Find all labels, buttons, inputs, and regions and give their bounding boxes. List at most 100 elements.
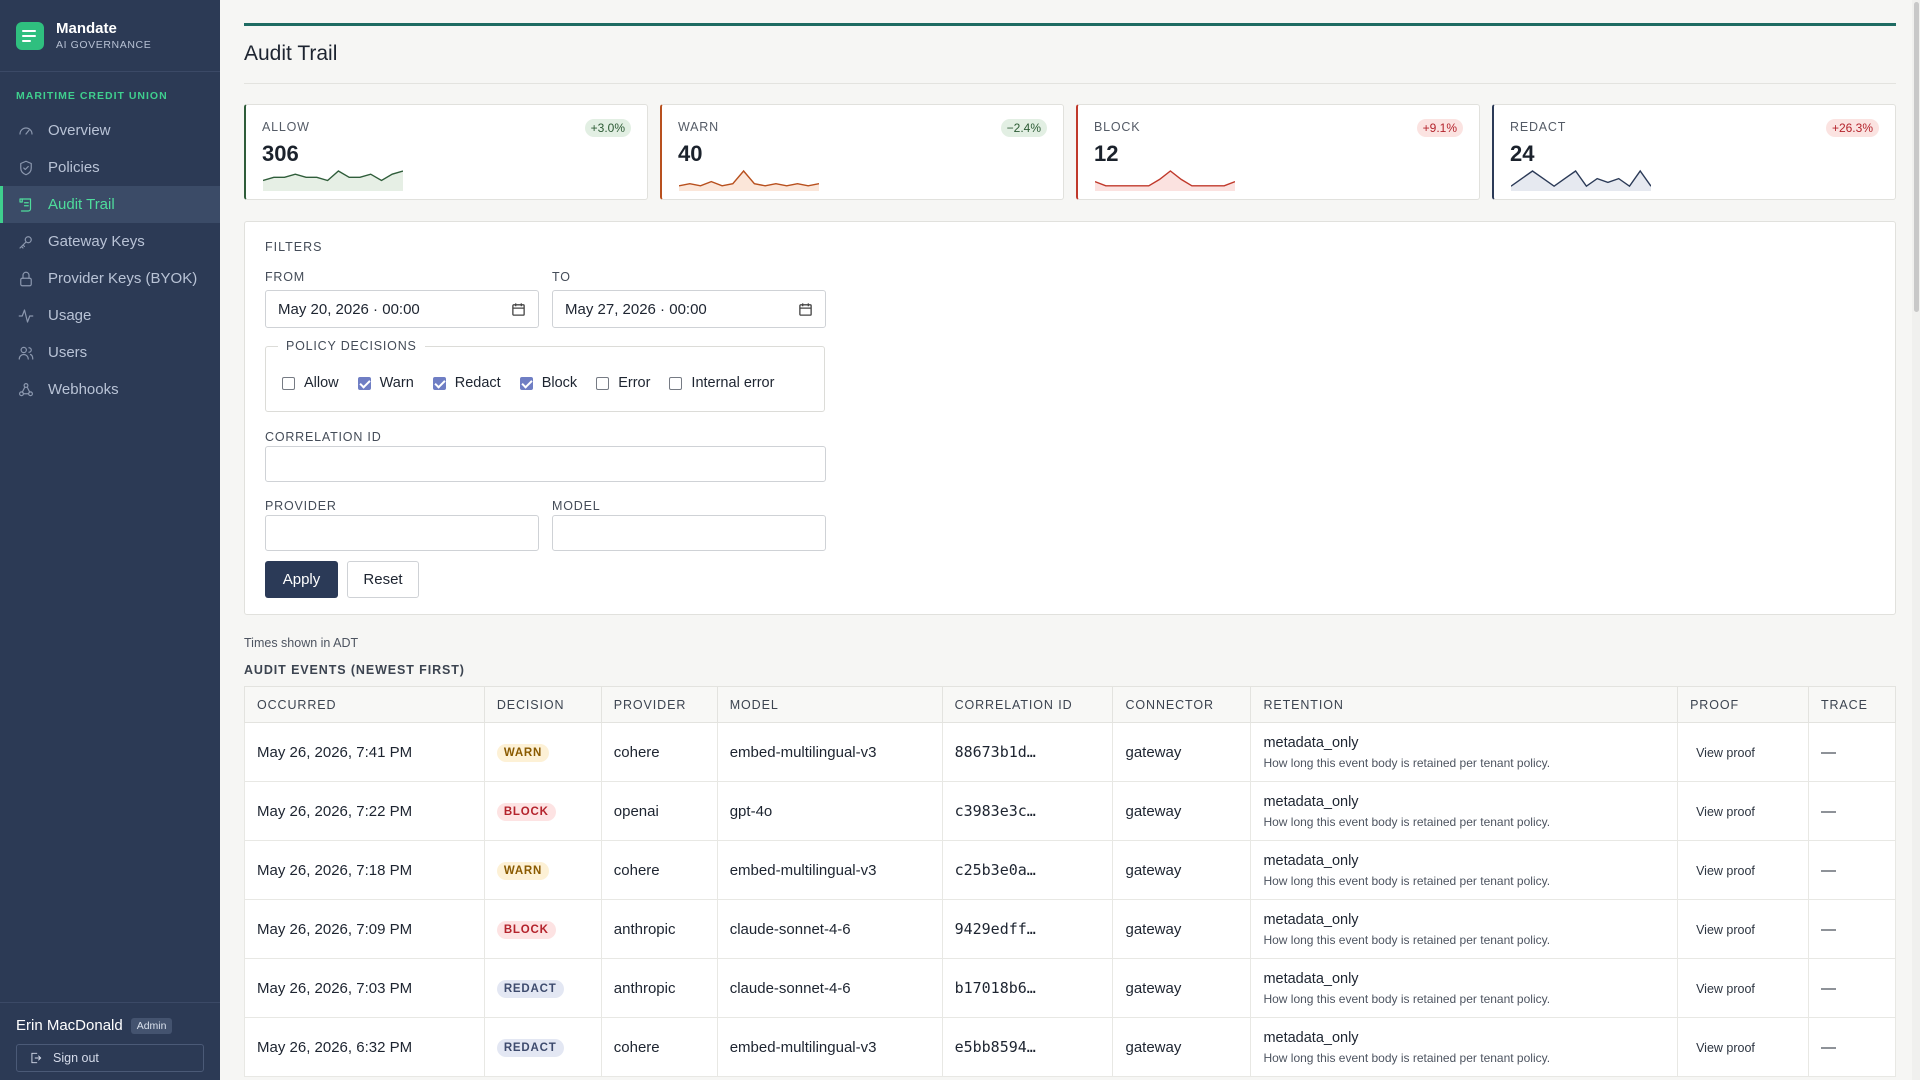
sign-out-label: Sign out xyxy=(53,1051,99,1065)
checkbox-redact[interactable]: Redact xyxy=(432,375,501,391)
cell-retention: metadata_only How long this event body is… xyxy=(1250,722,1679,782)
table-row[interactable]: May 26, 2026, 7:41 PM WARN cohere embed-mul… xyxy=(244,722,1897,782)
decision-badge: REDACT xyxy=(496,1038,564,1057)
sidebar-item-webhooks[interactable]: Webhooks xyxy=(0,371,220,408)
checkbox-box[interactable] xyxy=(357,376,371,390)
key-icon xyxy=(17,233,35,251)
checkbox-allow[interactable]: Allow xyxy=(282,375,339,391)
decision-badge: WARN xyxy=(496,743,550,762)
apply-button[interactable]: Apply xyxy=(265,561,338,598)
cell-decision: WARN xyxy=(483,722,602,782)
checkbox-box[interactable] xyxy=(596,376,610,390)
view-proof-link[interactable]: View proof xyxy=(1690,982,1755,996)
column-header-retention[interactable]: RETENTION xyxy=(1250,686,1679,723)
sidebar-item-users[interactable]: Users xyxy=(0,334,220,371)
sidebar-item-usage[interactable]: Usage xyxy=(0,297,220,334)
checkbox-label: Error xyxy=(618,375,651,391)
sidebar-item-gateway-keys[interactable]: Gateway Keys xyxy=(0,223,220,260)
filters-title: FILTERS xyxy=(265,240,323,254)
checkbox-box[interactable] xyxy=(669,376,683,390)
cell-decision: REDACT xyxy=(483,958,602,1018)
scrollbar-thumb[interactable] xyxy=(1914,2,1919,312)
checkbox-box[interactable] xyxy=(519,376,533,390)
provider-input[interactable] xyxy=(265,515,539,551)
column-header-connector[interactable]: CONNECTOR xyxy=(1112,686,1252,723)
to-date-input[interactable]: May 27, 2026 · 00:00 xyxy=(552,290,826,328)
model-label: MODEL xyxy=(552,499,601,513)
correlation-id-input[interactable] xyxy=(265,446,826,482)
table-row[interactable]: May 26, 2026, 7:03 PM REDACT anthropic clau… xyxy=(244,958,1897,1018)
cell-trace: — xyxy=(1807,958,1897,1018)
cell-proof: View proof xyxy=(1677,899,1809,959)
calendar-icon[interactable] xyxy=(511,302,526,317)
table-row[interactable]: May 26, 2026, 7:22 PM BLOCK openai gpt-4o c3… xyxy=(244,781,1897,841)
model-input[interactable] xyxy=(552,515,826,551)
sidebar-item-provider-keys[interactable]: Provider Keys (BYOK) xyxy=(0,260,220,297)
cell-connector: gateway xyxy=(1112,1017,1252,1077)
checkbox-box[interactable] xyxy=(432,376,446,390)
retention-value: metadata_only xyxy=(1263,852,1359,869)
table-row[interactable]: May 26, 2026, 6:32 PM REDACT cohere embed-m… xyxy=(244,1017,1897,1077)
cell-trace: — xyxy=(1807,899,1897,959)
filters-panel: FILTERS FROM May 20, 2026 · 00:00 TO May… xyxy=(244,221,1896,615)
sidebar-item-overview[interactable]: Overview xyxy=(0,112,220,149)
checkbox-internal-error[interactable]: Internal error xyxy=(669,375,774,391)
table-row[interactable]: May 26, 2026, 7:09 PM BLOCK anthropic claud… xyxy=(244,899,1897,959)
view-proof-link[interactable]: View proof xyxy=(1690,1041,1755,1055)
checkbox-warn[interactable]: Warn xyxy=(357,375,414,391)
checkbox-label: Allow xyxy=(304,375,339,391)
policy-decisions-group: POLICY DECISIONS Allow Warn Redact Block… xyxy=(265,339,825,412)
stat-label: ALLOW xyxy=(262,120,310,134)
cell-provider: cohere xyxy=(600,722,718,782)
column-header-decision[interactable]: DECISION xyxy=(483,686,602,723)
sign-out-button[interactable]: Sign out xyxy=(16,1044,204,1072)
view-proof-link[interactable]: View proof xyxy=(1690,923,1755,937)
cell-decision: REDACT xyxy=(483,1017,602,1077)
retention-note: How long this event body is retained per… xyxy=(1263,755,1551,770)
checkbox-box[interactable] xyxy=(282,376,295,390)
table-header-row: OCCURRED DECISION PROVIDER MODEL CORRELA… xyxy=(244,686,1897,723)
sparkline xyxy=(263,170,403,191)
cell-proof: View proof xyxy=(1677,722,1809,782)
to-label: TO xyxy=(552,270,571,284)
stat-card-allow: ALLOW 306 +3.0% xyxy=(244,104,648,200)
provider-label: PROVIDER xyxy=(265,499,337,513)
table-row[interactable]: May 26, 2026, 7:18 PM WARN cohere embed-mul… xyxy=(244,840,1897,900)
column-header-occurred[interactable]: OCCURRED xyxy=(244,686,485,723)
cell-model: embed-multilingual-v3 xyxy=(716,1017,943,1077)
cell-proof: View proof xyxy=(1677,1017,1809,1077)
cell-model: claude-sonnet-4-6 xyxy=(716,899,943,959)
stat-delta-badge: −2.4% xyxy=(1000,119,1047,137)
sidebar-item-label: Overview xyxy=(48,122,111,139)
stat-card-block: BLOCK 12 +9.1% xyxy=(1076,104,1480,200)
cell-correlation-id: b17018b6… xyxy=(941,958,1114,1018)
column-header-correlation-id[interactable]: CORRELATION ID xyxy=(941,686,1114,723)
reset-button[interactable]: Reset xyxy=(347,561,419,598)
brand[interactable]: Mandate AI GOVERNANCE xyxy=(0,0,220,72)
cell-connector: gateway xyxy=(1112,722,1252,782)
cell-retention: metadata_only How long this event body is… xyxy=(1250,781,1679,841)
column-header-model[interactable]: MODEL xyxy=(716,686,943,723)
sparkline-area xyxy=(1511,171,1651,191)
from-date-input[interactable]: May 20, 2026 · 00:00 xyxy=(265,290,539,328)
stat-value: 40 xyxy=(678,141,703,166)
sidebar-item-policies[interactable]: Policies xyxy=(0,149,220,186)
retention-note: How long this event body is retained per… xyxy=(1263,814,1551,829)
view-proof-link[interactable]: View proof xyxy=(1690,805,1755,819)
view-proof-link[interactable]: View proof xyxy=(1690,864,1755,878)
header-accent-line xyxy=(244,23,1896,26)
cell-correlation-id: c3983e3c… xyxy=(941,781,1114,841)
column-header-proof[interactable]: PROOF xyxy=(1677,686,1809,723)
calendar-icon[interactable] xyxy=(798,302,813,317)
stat-label: REDACT xyxy=(1510,120,1567,134)
checkbox-error[interactable]: Error xyxy=(596,375,650,391)
column-header-trace[interactable]: TRACE xyxy=(1807,686,1897,723)
cell-trace: — xyxy=(1807,840,1897,900)
sidebar-item-audit-trail[interactable]: Audit Trail xyxy=(0,186,220,223)
sidebar-item-label: Provider Keys (BYOK) xyxy=(48,270,198,287)
view-proof-link[interactable]: View proof xyxy=(1690,746,1755,760)
column-header-provider[interactable]: PROVIDER xyxy=(600,686,718,723)
checkbox-block[interactable]: Block xyxy=(519,375,577,391)
sparkline-area xyxy=(679,171,819,191)
cell-correlation-id: 9429edff… xyxy=(941,899,1114,959)
